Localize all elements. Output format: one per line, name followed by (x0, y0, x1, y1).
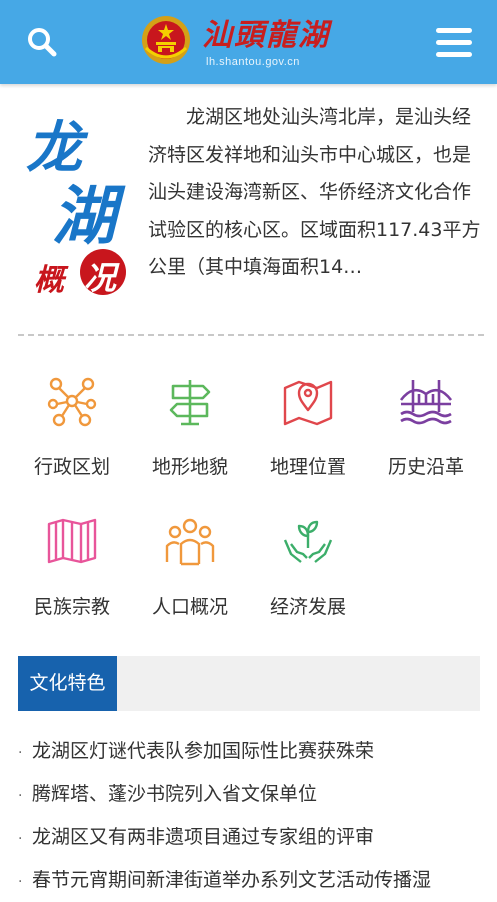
category-label: 地理位置 (269, 456, 346, 478)
category-history[interactable]: 历史沿革 (370, 360, 486, 486)
bullet: · (18, 874, 23, 890)
map-pin-icon (283, 380, 333, 426)
news-item[interactable]: · 春节元宵期间新津街道举办系列文艺活动传播湿 (18, 859, 480, 902)
search-button[interactable] (24, 24, 60, 60)
category-label: 经济发展 (269, 596, 346, 618)
overview-graphic: 龙 湖 概 况 (22, 103, 132, 303)
header-bar: 汕頭龍湖 lh.shantou.gov.cn (0, 0, 497, 84)
graphic-char-kuang: 况 (84, 259, 117, 297)
category-label: 民族宗教 (33, 596, 110, 618)
bullet: · (18, 745, 23, 761)
signpost-icon (169, 380, 211, 426)
logo-wordmark: 汕頭龍湖 (202, 18, 330, 53)
news-item[interactable]: · 腾辉塔、蓬沙书院列入省文保单位 (18, 773, 480, 816)
news-title: 春节元宵期间新津街道举办系列文艺活动传播湿 (32, 869, 432, 891)
category-grid: 行政区划 地形地貌 地理位置 历史沿革 民族宗教 人口概况 经济发展 (0, 360, 497, 630)
news-item[interactable]: · 龙湖区又有两非遗项目通过专家组的评审 (18, 816, 480, 859)
district-overview: 龙 湖 概 况 龙湖区地处汕头湾北岸，是汕头经济特区发祥地和汕头市中心城区，也是… (0, 95, 497, 310)
category-label: 地形地貌 (151, 456, 228, 478)
culture-news-list: · 龙湖区灯谜代表队参加国际性比赛获殊荣 · 腾辉塔、蓬沙书院列入省文保单位 · 龙湖… (18, 730, 480, 902)
news-item[interactable]: · 龙湖区灯谜代表队参加国际性比赛获殊荣 (18, 730, 480, 773)
category-admin-division[interactable]: 行政区划 (16, 360, 132, 486)
category-label: 行政区划 (33, 456, 110, 478)
category-ethnic-religion[interactable]: 民族宗教 (16, 500, 132, 626)
hamburger-icon (436, 28, 472, 33)
menu-button[interactable] (434, 24, 474, 60)
site-logo[interactable]: 汕頭龍湖 lh.shantou.gov.cn (140, 12, 370, 72)
category-label: 历史沿革 (387, 456, 464, 478)
graphic-char-hu: 湖 (52, 179, 116, 254)
news-title: 龙湖区灯谜代表队参加国际性比赛获殊荣 (32, 740, 375, 762)
search-icon (28, 28, 57, 57)
network-icon (47, 377, 97, 427)
logo-domain: lh.shantou.gov.cn (206, 56, 300, 68)
people-icon (165, 518, 215, 566)
news-title: 龙湖区又有两非遗项目通过专家组的评审 (32, 826, 375, 848)
news-title: 腾辉塔、蓬沙书院列入省文保单位 (32, 783, 318, 805)
category-terrain[interactable]: 地形地貌 (134, 360, 250, 486)
bridge-icon (399, 380, 453, 425)
graphic-char-gai: 概 (34, 263, 64, 298)
category-economy[interactable]: 经济发展 (252, 500, 368, 626)
category-label: 人口概况 (151, 596, 228, 618)
hands-plant-icon (283, 520, 333, 563)
culture-tab-bar: 文化特色 (18, 656, 480, 711)
tab-culture[interactable]: 文化特色 (18, 656, 117, 711)
national-emblem-icon (142, 16, 190, 64)
category-population[interactable]: 人口概况 (134, 500, 250, 626)
bullet: · (18, 831, 23, 847)
divider (18, 334, 484, 336)
category-location[interactable]: 地理位置 (252, 360, 368, 486)
bullet: · (18, 788, 23, 804)
folded-map-icon (47, 518, 97, 564)
overview-text[interactable]: 龙湖区地处汕头湾北岸，是汕头经济特区发祥地和汕头市中心城区，也是汕头建设海湾新区… (148, 99, 484, 307)
